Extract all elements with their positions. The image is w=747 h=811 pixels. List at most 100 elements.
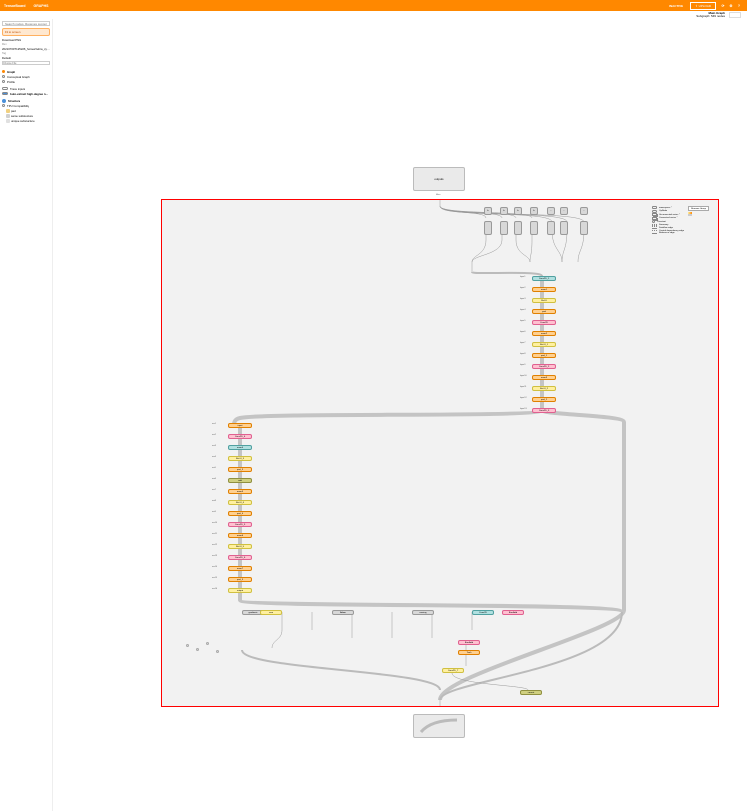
op-Adam[interactable]: Adam	[332, 610, 354, 615]
label-right: layer1	[520, 276, 525, 278]
op-ReLU_1[interactable]: ReLU_1	[532, 342, 556, 347]
op-add[interactable]: add	[228, 478, 252, 483]
label-left: res12	[212, 544, 217, 546]
upload-button[interactable]: ⇧ UPLOAD	[690, 2, 716, 10]
small-node[interactable]: ...	[547, 207, 555, 215]
op-norm2[interactable]: norm2	[532, 331, 556, 336]
small-node-body[interactable]	[514, 221, 522, 235]
refresh-icon[interactable]: ⟳	[720, 3, 726, 9]
op-ReLU_4[interactable]: ReLU_4	[228, 500, 252, 505]
op-ReLU_5[interactable]: ReLU_5	[228, 544, 252, 549]
bottom-expand-node[interactable]	[413, 714, 465, 738]
small-node-body[interactable]	[500, 221, 508, 235]
label-right: layer9	[520, 364, 525, 366]
op-pad_2[interactable]: pad_2	[532, 397, 556, 402]
main-graph-container[interactable]: Main	[161, 199, 719, 707]
label-left: res5	[212, 467, 216, 469]
label-right: layer8	[520, 353, 525, 355]
label-left: res14	[212, 566, 217, 568]
op-Conv2D_6[interactable]: Conv2D_6	[228, 555, 252, 560]
constants-cluster	[182, 640, 272, 670]
op-Conv2D_3[interactable]: Conv2D_3	[532, 408, 556, 413]
op-Conv2D_7[interactable]: Conv2D_7	[442, 668, 464, 673]
label-right: layer2	[520, 287, 525, 289]
label-left: res4	[212, 456, 216, 458]
op-output[interactable]: output	[228, 588, 252, 593]
legend-item: Reference edge	[652, 232, 684, 234]
minimap-placeholder	[729, 12, 741, 18]
graph-canvas[interactable]: outputs Main	[53, 19, 747, 811]
small-node-body[interactable]	[547, 221, 555, 235]
op-norm3[interactable]: norm3	[532, 375, 556, 380]
op-BiasAdd[interactable]: BiasAdd	[458, 640, 480, 645]
op-sum[interactable]: sum	[260, 610, 282, 615]
op-norm4[interactable]: norm4	[228, 445, 252, 450]
op-Conv2D_4[interactable]: Conv2D_4	[228, 434, 252, 439]
small-node[interactable]: b	[500, 207, 508, 215]
op-pad_1[interactable]: pad_1	[532, 353, 556, 358]
label-right: layer3	[520, 298, 525, 300]
op-pad[interactable]: pad	[532, 309, 556, 314]
label-left: res8	[212, 500, 216, 502]
label-left: res13	[212, 555, 217, 557]
label-left: res6	[212, 478, 216, 480]
label-right: layer11	[520, 386, 526, 388]
op-Tanh[interactable]: Tanh	[458, 650, 480, 655]
op-Conv2D_5[interactable]: Conv2D_5	[228, 522, 252, 527]
small-node[interactable]: ...	[560, 207, 568, 215]
rename-group-button[interactable]: Rename Group	[688, 206, 709, 211]
curve-icon	[419, 718, 459, 734]
op-Conv2D_1[interactable]: Conv2D_1	[532, 276, 556, 281]
small-node-body[interactable]	[530, 221, 538, 235]
label-left: res11	[212, 533, 217, 535]
label-left: res3	[212, 445, 216, 447]
label-left: res7	[212, 489, 216, 491]
search-input[interactable]	[2, 21, 50, 26]
tag-value[interactable]: Default	[2, 55, 50, 60]
op-concat[interactable]: concat	[520, 690, 542, 695]
auto-extract-toggle[interactable]: Auto-extract high-degree nodes	[2, 91, 50, 96]
brand: TensorBoard	[4, 4, 26, 8]
op-pad_5[interactable]: pad_5	[228, 577, 252, 582]
status-label: INACTIVE	[669, 4, 683, 8]
op-BiasAdd[interactable]: BiasAdd	[502, 610, 524, 615]
op-pad_3[interactable]: pad_3	[228, 467, 252, 472]
op-moving[interactable]: moving	[412, 610, 434, 615]
run-value[interactable]: 20210700T125226_horse2zebra_cyclegan	[2, 46, 50, 51]
choose-file[interactable]	[2, 61, 50, 65]
small-node[interactable]: b	[484, 207, 492, 215]
op-input[interactable]: input	[228, 423, 252, 428]
op-norm5[interactable]: norm5	[228, 489, 252, 494]
op-Conv2D[interactable]: Conv2D	[472, 610, 494, 615]
outputs-node[interactable]: outputs	[413, 167, 465, 191]
op-ReLU[interactable]: ReLU	[532, 298, 556, 303]
op-norm6[interactable]: norm6	[228, 533, 252, 538]
small-node-body[interactable]	[580, 221, 588, 235]
small-node-body[interactable]	[484, 221, 492, 235]
sidebar: Fit to screen Download PNG Run 20210700T…	[0, 19, 53, 811]
label-right: layer4	[520, 309, 525, 311]
label-right: layer6	[520, 331, 525, 333]
op-Conv2D_2[interactable]: Conv2D_2	[532, 364, 556, 369]
settings-icon[interactable]: ⚙	[728, 3, 734, 9]
op-ReLU_3[interactable]: ReLU_3	[228, 456, 252, 461]
small-node[interactable]: b	[514, 207, 522, 215]
label-left: res9	[212, 511, 216, 513]
color-unique[interactable]: unique substucture	[2, 118, 50, 123]
section-label[interactable]: GRAPHS	[34, 4, 49, 8]
label-right: layer7	[520, 342, 525, 344]
op-Conv2D[interactable]: Conv2D	[532, 320, 556, 325]
small-node[interactable]: b	[530, 207, 538, 215]
run-info: Main Graph Subgraph: 549 nodes	[696, 12, 725, 19]
help-icon[interactable]: ?	[736, 3, 742, 9]
small-node[interactable]: ...	[580, 207, 588, 215]
op-norm1[interactable]: norm1	[532, 287, 556, 292]
op-norm7[interactable]: norm7	[228, 566, 252, 571]
op-pad_4[interactable]: pad_4	[228, 511, 252, 516]
fit-button[interactable]: Fit to screen	[2, 28, 50, 36]
small-node-body[interactable]	[560, 221, 568, 235]
label-right: layer10	[520, 375, 527, 377]
legend-gray	[688, 214, 692, 216]
op-ReLU_2[interactable]: ReLU_2	[532, 386, 556, 391]
graph-subtitle: Subgraph: 549 nodes	[696, 15, 725, 19]
